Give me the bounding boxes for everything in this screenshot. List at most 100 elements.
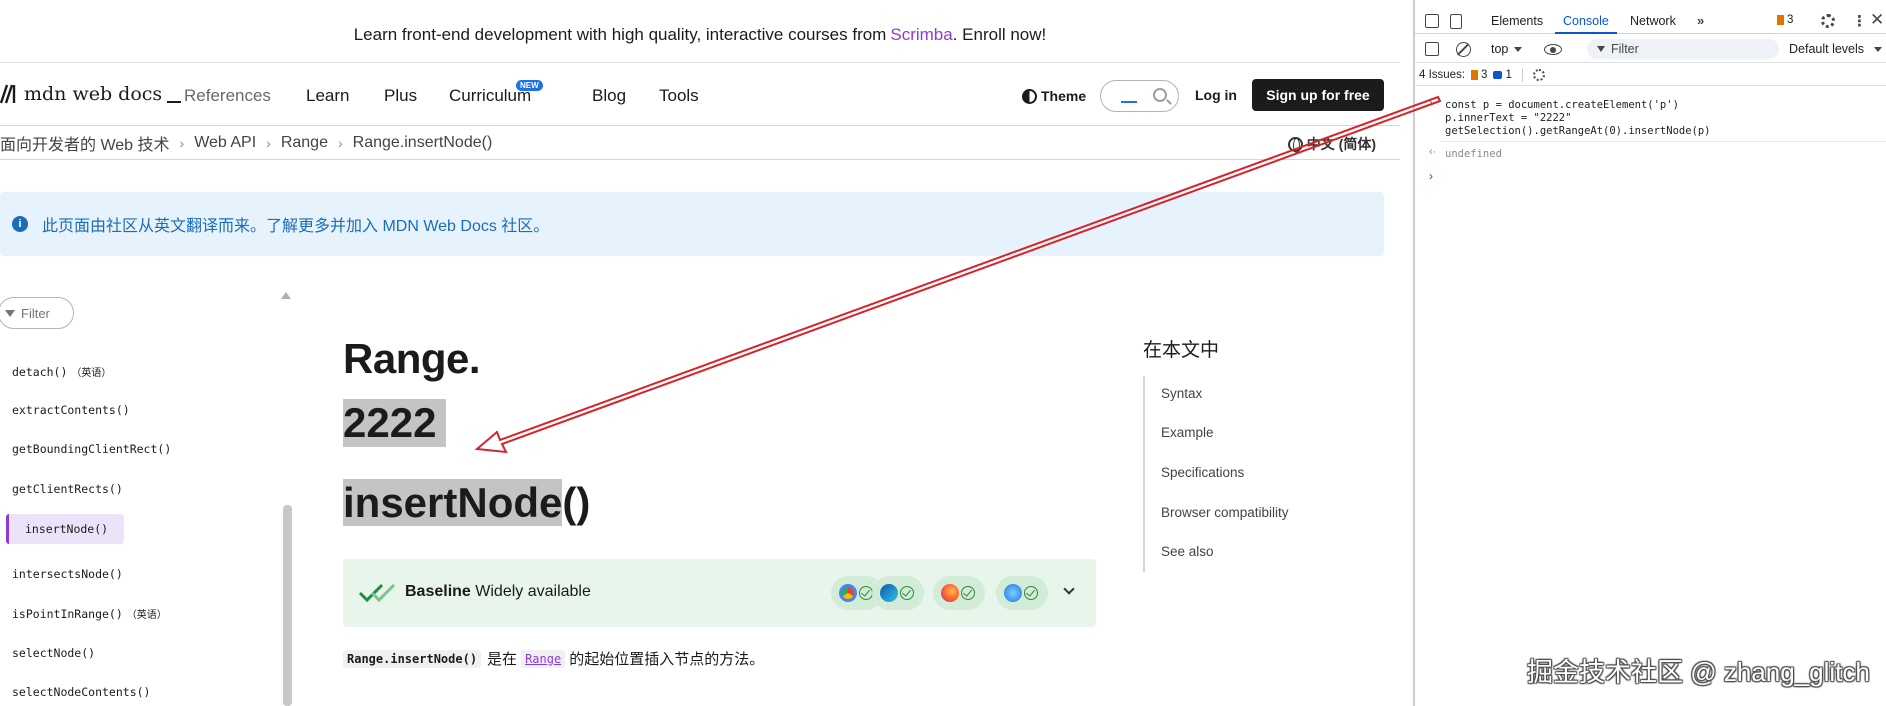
new-badge: NEW: [516, 80, 543, 91]
console-filter-input[interactable]: Filter: [1587, 39, 1779, 59]
console-prompt-input[interactable]: ›: [1429, 169, 1433, 183]
log-levels-dropdown[interactable]: Default levels: [1789, 42, 1864, 56]
issues-badge-count: 3: [1787, 14, 1794, 26]
kebab-menu-icon[interactable]: ⋮: [1852, 12, 1867, 30]
sidebar-item-active[interactable]: insertNode(): [6, 514, 125, 544]
breadcrumb-separator: ›: [179, 134, 185, 151]
settings-gear-icon[interactable]: [1821, 14, 1835, 28]
inspect-element-icon[interactable]: [1425, 14, 1439, 28]
toc-item-browser-compatibility[interactable]: Browser compatibility: [1161, 505, 1289, 520]
warning-count: 3: [1481, 68, 1488, 81]
mdn-logo-icon: [0, 84, 16, 104]
sidebar-item-note: （英语）: [71, 368, 112, 379]
console-input-line: p.innerText = "2222": [1445, 112, 1572, 124]
warning-flag-icon: [1471, 69, 1479, 80]
sidebar-item-label: selectNodeContents(): [12, 685, 151, 699]
sidebar-item[interactable]: isPointInRange() （英语）: [12, 606, 167, 621]
tab-console[interactable]: Console: [1563, 14, 1609, 28]
sidebar-scroll-up-icon[interactable]: [281, 292, 291, 299]
selected-text: insertNode: [343, 479, 563, 526]
tab-network[interactable]: Network: [1630, 14, 1676, 28]
sidebar-item[interactable]: selectNode(): [12, 646, 95, 660]
login-link[interactable]: Log in: [1195, 87, 1237, 103]
top-navigation: mdn web docs References Learn Plus Curri…: [0, 64, 1400, 126]
issues-warning-count[interactable]: 3: [1471, 69, 1487, 81]
banner-link-scrimba[interactable]: Scrimba: [890, 25, 952, 45]
chevron-down-icon[interactable]: [1063, 583, 1075, 595]
console-toolbar: top Filter Default levels: [1415, 35, 1886, 63]
desc-text: 是在: [487, 651, 518, 668]
device-toolbar-icon[interactable]: [1450, 14, 1462, 29]
sidebar-item-label: extractContents(): [12, 403, 130, 417]
range-link[interactable]: Range: [521, 649, 566, 668]
nav-learn[interactable]: Learn: [306, 86, 349, 106]
nav-tools[interactable]: Tools: [659, 86, 699, 106]
page-title-method: insertNode(): [343, 478, 590, 528]
sidebar-item[interactable]: intersectsNode(): [12, 567, 123, 581]
banner-suffix: . Enroll now!: [952, 25, 1047, 44]
language-switcher[interactable]: 中文 (简体): [1287, 134, 1376, 154]
logo-underscore: [167, 101, 182, 103]
promo-banner[interactable]: Learn front-end development with high qu…: [0, 8, 1400, 63]
check-icon: [1024, 586, 1038, 600]
live-expression-eye-icon[interactable]: [1544, 44, 1562, 55]
issues-badge[interactable]: 3: [1777, 14, 1793, 26]
console-input-line: getSelection().getRangeAt(0).insertNode(…: [1445, 125, 1711, 137]
mdn-page: Learn front-end development with high qu…: [0, 0, 1400, 706]
toc-rail: [1143, 376, 1145, 572]
sidebar-item[interactable]: detach() （英语）: [12, 364, 111, 379]
toc-item-syntax[interactable]: Syntax: [1161, 386, 1202, 401]
signup-button[interactable]: Sign up for free: [1252, 79, 1384, 111]
sidebar-item-note: （英语）: [126, 610, 167, 621]
console-settings-gear-icon[interactable]: [1532, 68, 1545, 81]
breadcrumb-current[interactable]: Range.insertNode(): [353, 134, 493, 152]
sidebar-filter-input[interactable]: Filter: [0, 297, 74, 329]
theme-button[interactable]: Theme: [1022, 88, 1086, 104]
toc-item-specifications[interactable]: Specifications: [1161, 465, 1244, 480]
title-parens: (): [562, 479, 591, 526]
baseline-title: Baseline: [405, 583, 471, 600]
console-filter-placeholder: Filter: [1611, 42, 1639, 56]
input-prompt-icon: ›: [1429, 97, 1433, 109]
browser-firefox[interactable]: [933, 576, 985, 610]
browser-edge[interactable]: [872, 576, 924, 610]
divider: [1521, 67, 1523, 82]
desc-text: 的起始位置插入节点的方法。: [569, 651, 765, 668]
notice-text[interactable]: 此页面由社区从英文翻译而来。了解更多并加入 MDN Web Docs 社区。: [42, 212, 549, 236]
more-tabs-icon[interactable]: »: [1697, 13, 1704, 28]
toc-item-example[interactable]: Example: [1161, 425, 1214, 440]
context-selector[interactable]: top: [1491, 42, 1508, 56]
nav-plus[interactable]: Plus: [384, 86, 417, 106]
breadcrumb-item[interactable]: 面向开发者的 Web 技术: [0, 131, 170, 155]
sidebar-item[interactable]: extractContents(): [12, 403, 130, 417]
tab-elements[interactable]: Elements: [1491, 14, 1543, 28]
sidebar-scrollbar[interactable]: [283, 505, 292, 706]
check-icon: [900, 586, 914, 600]
console-result: undefined: [1445, 148, 1502, 160]
clear-console-icon[interactable]: [1456, 42, 1471, 57]
filter-icon: [5, 309, 15, 317]
sidebar-toggle-icon[interactable]: [1425, 42, 1439, 56]
safari-icon: [1004, 584, 1022, 602]
issues-info-count[interactable]: 1: [1493, 69, 1512, 81]
nav-blog[interactable]: Blog: [592, 86, 626, 106]
nav-references[interactable]: References: [184, 86, 271, 106]
sidebar-item[interactable]: getClientRects(): [12, 482, 123, 496]
caret-down-icon: [1514, 47, 1522, 52]
toc-item-see-also[interactable]: See also: [1161, 544, 1214, 559]
sidebar-item-label: getClientRects(): [12, 482, 123, 496]
sidebar-item-label: selectNode(): [12, 646, 96, 660]
browser-safari[interactable]: [996, 576, 1048, 610]
close-icon[interactable]: ✕: [1870, 10, 1884, 30]
baseline-banner[interactable]: Baseline Widely available: [343, 559, 1096, 627]
sidebar-item[interactable]: getBoundingClientRect(): [12, 442, 171, 456]
inserted-paragraph: 2222: [343, 399, 447, 447]
breadcrumb-item[interactable]: Web API: [194, 134, 256, 152]
inline-code: Range.insertNode(): [343, 649, 482, 668]
issues-bar[interactable]: 4 Issues: 3 1: [1415, 64, 1886, 86]
breadcrumb-item[interactable]: Range: [281, 134, 328, 152]
sidebar-item[interactable]: selectNodeContents(): [12, 685, 150, 699]
mdn-logo[interactable]: mdn web docs: [0, 83, 182, 105]
search-input[interactable]: [1100, 80, 1179, 112]
baseline-label: Baseline Widely available: [405, 583, 591, 601]
